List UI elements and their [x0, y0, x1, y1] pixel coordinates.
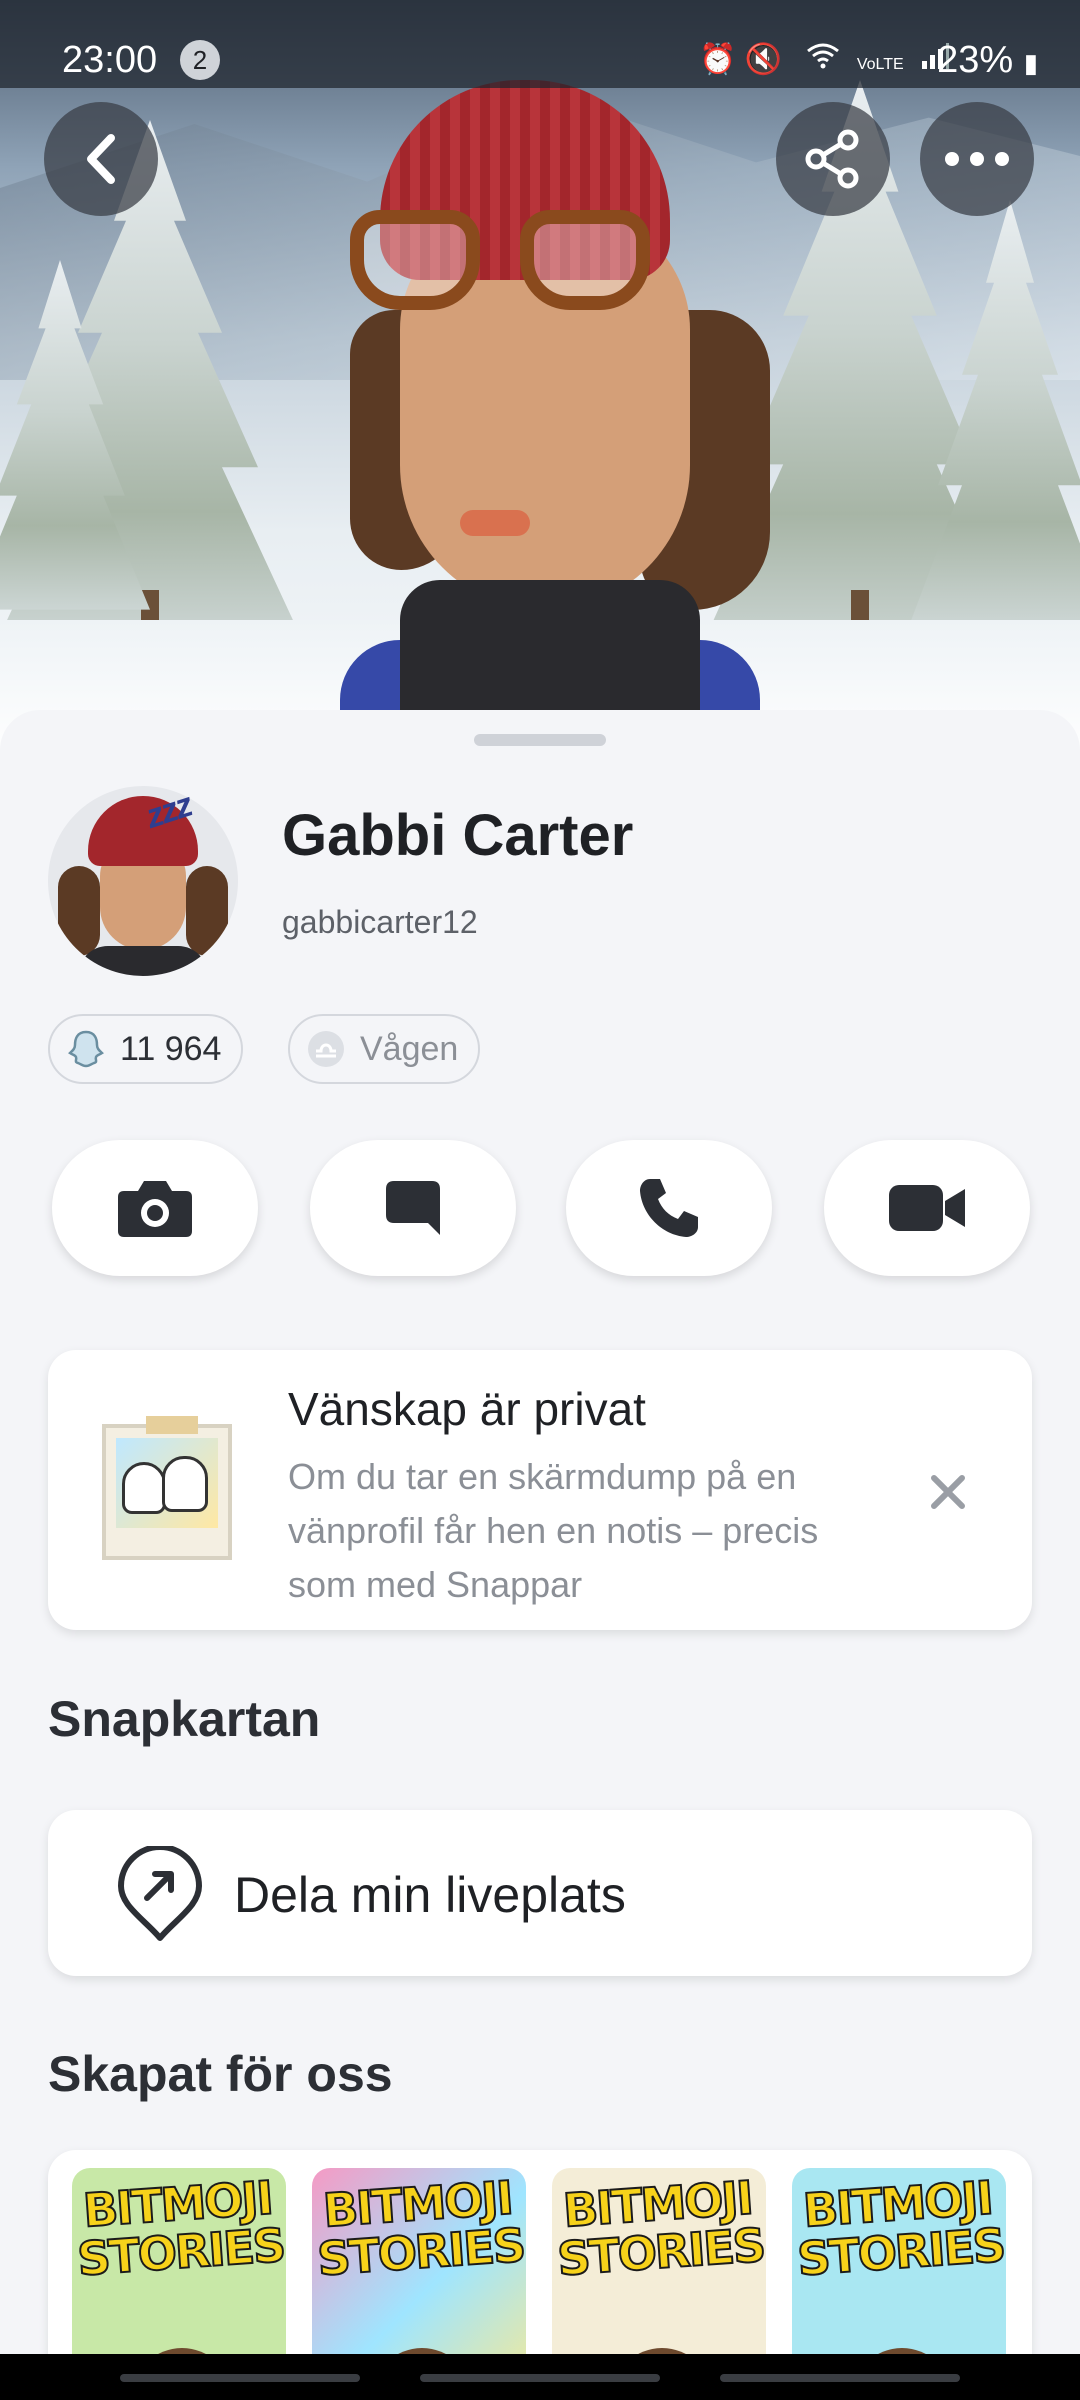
alarm-icon: ⏰ — [699, 43, 745, 76]
friends-photo-illustration — [102, 1416, 232, 1560]
wifi-icon — [790, 43, 857, 76]
camera-icon — [118, 1181, 192, 1237]
camera-button[interactable] — [52, 1140, 258, 1276]
profile-sheet: zzz Gabbi Carter gabbicarter12 11 964 Vå… — [0, 710, 1080, 2400]
display-name: Gabbi Carter — [282, 803, 634, 868]
story-tile-title: BITMOJI STORIES — [315, 2170, 526, 2288]
battery-level: 23% ▮ — [937, 39, 1038, 81]
snap-map-heading: Snapkartan — [48, 1691, 321, 1747]
more-horizontal-icon — [945, 152, 1009, 166]
privacy-notice-title: Vänskap är privat — [288, 1383, 646, 1435]
snap-score-chip[interactable]: 11 964 — [48, 1014, 244, 1084]
chevron-left-icon — [87, 134, 115, 184]
privacy-notice-body: Om du tar en skärmdump på en vänprofil f… — [288, 1456, 819, 1605]
privacy-notice-card: Vänskap är privat Om du tar en skärmdump… — [48, 1350, 1032, 1630]
nav-recents-button[interactable] — [120, 2374, 360, 2382]
share-button[interactable] — [776, 102, 890, 216]
back-button[interactable] — [44, 102, 158, 216]
notification-count-badge: 2 — [180, 40, 220, 80]
bitmoji-hero-figure — [340, 60, 770, 760]
volte-icon: VoLTE — [856, 56, 904, 73]
libra-icon — [306, 1029, 346, 1069]
story-tile-title: BITMOJI STORIES — [555, 2170, 766, 2288]
status-bar: 23:00 2 ⏰🔇 VoLTE 23% ▮ — [0, 0, 1080, 88]
video-call-button[interactable] — [824, 1140, 1030, 1276]
snap-score-value: 11 964 — [120, 1029, 222, 1068]
location-arrow-icon — [110, 1844, 210, 1944]
ghost-icon — [66, 1029, 106, 1069]
story-tile-title: BITMOJI STORIES — [795, 2170, 1006, 2288]
story-tile-title: BITMOJI STORIES — [75, 2170, 286, 2288]
created-for-us-heading: Skapat för oss — [48, 2046, 393, 2102]
mute-icon: 🔇 — [744, 43, 791, 76]
status-indicators: ⏰🔇 VoLTE — [699, 40, 950, 85]
system-navigation-bar — [0, 2354, 1080, 2400]
phone-icon — [640, 1179, 698, 1237]
status-time: 23:00 — [62, 39, 158, 81]
zodiac-label: Vågen — [360, 1029, 459, 1068]
profile-hero-background — [0, 0, 1080, 760]
nav-home-button[interactable] — [420, 2374, 660, 2382]
drag-handle[interactable] — [474, 734, 606, 746]
share-live-location-button[interactable]: Dela min liveplats — [48, 1810, 1032, 1976]
share-live-location-label: Dela min liveplats — [234, 1867, 626, 1923]
nav-back-button[interactable] — [720, 2374, 960, 2382]
close-icon — [931, 1475, 965, 1509]
call-button[interactable] — [566, 1140, 772, 1276]
battery-icon: ▮ — [1023, 48, 1038, 78]
more-options-button[interactable] — [920, 102, 1034, 216]
dismiss-notice-button[interactable] — [918, 1462, 978, 1522]
avatar[interactable] — [48, 786, 238, 976]
chat-icon — [386, 1181, 440, 1235]
zodiac-chip[interactable]: Vågen — [288, 1014, 481, 1084]
username: gabbicarter12 — [282, 904, 478, 940]
video-icon — [889, 1185, 965, 1231]
share-icon — [805, 129, 859, 189]
chat-button[interactable] — [310, 1140, 516, 1276]
